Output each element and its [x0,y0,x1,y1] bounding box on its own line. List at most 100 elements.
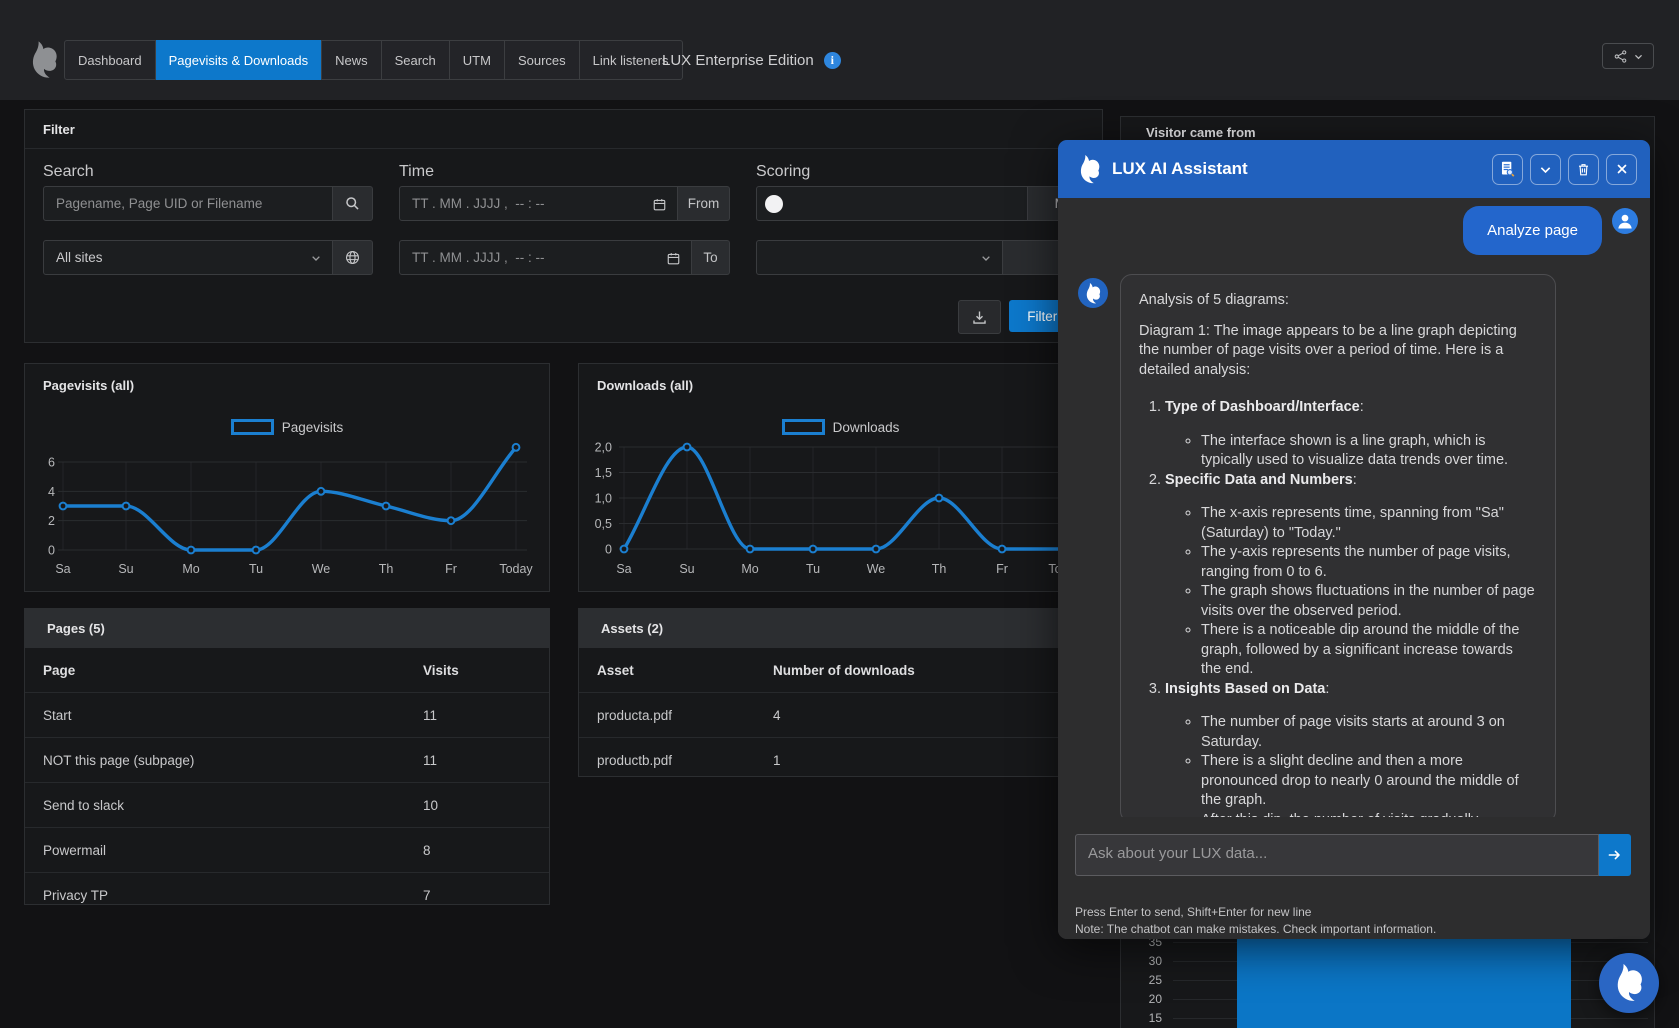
pages-table-title: Pages (5) [47,621,105,636]
collapse-button[interactable] [1530,154,1561,185]
ai-assistant-title: LUX AI Assistant [1112,159,1485,179]
column-header: Page [25,648,405,693]
svg-text:4: 4 [48,485,55,499]
pages-table-card: Pages (5) PageVisitsStart11NOT this page… [24,608,550,905]
pagevisits-line-chart: 0246SaSuMoTuWeThFrToday [25,434,551,591]
analysis-bullet: The x-axis represents time, spanning fro… [1201,504,1537,543]
svg-text:Tu: Tu [806,562,820,576]
pagevisits-chart-card: Pagevisits (all) Pagevisits 0246SaSuMoTu… [24,363,550,592]
tab-utm[interactable]: UTM [450,41,505,79]
svg-text:0,5: 0,5 [595,517,612,531]
analysis-bullet: There is a slight decline and then a mor… [1201,752,1537,811]
analysis-bullet: There is a noticeable dip around the mid… [1201,621,1537,680]
send-button[interactable] [1599,834,1631,876]
visitor-card-title: Visitor came from [1146,125,1256,140]
close-button[interactable] [1606,154,1637,185]
svg-text:2,0: 2,0 [595,441,612,455]
analyze-page-button[interactable] [1492,154,1523,185]
svg-text:Tu: Tu [249,562,263,576]
scoring-select[interactable] [756,240,1003,275]
analysis-bullet: The number of page visits starts at arou… [1201,713,1537,752]
chat-hint-enter: Press Enter to send, Shift+Enter for new… [1075,905,1311,919]
top-bar: DashboardPagevisits & DownloadsNewsSearc… [0,0,1679,100]
svg-text:2: 2 [48,514,55,528]
calendar-icon[interactable] [666,251,681,266]
tab-sources[interactable]: Sources [505,41,580,79]
svg-text:Su: Su [118,562,133,576]
clear-chat-button[interactable] [1568,154,1599,185]
search-input[interactable] [56,196,320,211]
table-cell: productb.pdf [579,738,755,783]
chat-input[interactable] [1075,834,1599,876]
tab-news[interactable]: News [322,41,382,79]
info-icon[interactable]: i [824,52,841,69]
downloads-chart-title: Downloads (all) [597,378,693,393]
column-header: Visits [405,648,549,693]
lux-fox-icon [1085,283,1101,304]
calendar-icon[interactable] [652,197,667,212]
chevron-down-icon [310,252,322,264]
svg-text:Fr: Fr [996,562,1008,576]
svg-text:0: 0 [605,543,612,557]
pagevisits-chart-title: Pagevisits (all) [43,378,134,393]
legend-label: Downloads [833,420,900,435]
ai-assistant-panel: LUX AI Assistant [1058,140,1650,939]
site-select-value: All sites [56,250,103,265]
svg-text:6: 6 [48,455,55,469]
table-cell: 10 [405,783,549,828]
user-message-bubble: Analyze page [1463,206,1602,255]
svg-text:0: 0 [48,544,55,558]
edition-label-row: LUX Enterprise Edition i [662,40,841,80]
date-to-input[interactable] [412,250,679,265]
export-button[interactable] [958,300,1001,334]
user-avatar [1612,208,1638,234]
table-cell: producta.pdf [579,693,755,738]
downloads-legend[interactable]: Downloads [579,419,1102,435]
share-button[interactable] [1602,43,1654,69]
svg-text:Today: Today [499,562,533,576]
column-header: Asset [579,648,755,693]
date-from-input[interactable] [412,196,665,211]
table-cell: Send to slack [25,783,405,828]
lux-dashboard-screen: DashboardPagevisits & DownloadsNewsSearc… [0,0,1679,1028]
pagevisits-legend[interactable]: Pagevisits [25,419,549,435]
table-row: Send to slack10 [25,783,549,828]
site-globe-button[interactable] [333,240,373,275]
filter-panel: Filter Search All sites [24,109,1103,343]
ai-assistant-fab[interactable] [1599,953,1659,1013]
tab-pagevisits-downloads[interactable]: Pagevisits & Downloads [156,40,322,80]
svg-text:Th: Th [379,562,394,576]
date-from-addon: From [678,186,730,221]
tab-dashboard[interactable]: Dashboard [65,41,156,79]
chevron-down-icon [980,252,992,264]
tab-search[interactable]: Search [382,41,450,79]
scoring-slider[interactable] [756,186,1028,221]
chevron-down-icon [1633,51,1644,62]
table-row: Privacy TP7 [25,873,549,918]
site-select[interactable]: All sites [43,240,333,275]
send-arrow-icon [1607,847,1623,863]
analysis-paragraph: Diagram 1: The image appears to be a lin… [1139,322,1537,381]
assets-table: AssetNumber of downloadsproducta.pdf4pro… [579,648,1102,782]
user-message-row: Analyze page [1463,206,1638,255]
svg-text:1,5: 1,5 [595,466,612,480]
search-label: Search [43,163,94,181]
downloads-chart-card: Downloads (all) Downloads 00,51,01,52,0S… [578,363,1103,592]
chat-hint-note: Note: The chatbot can make mistakes. Che… [1075,922,1436,936]
analysis-item: Type of Dashboard/Interface:The interfac… [1165,398,1537,471]
analysis-bullet: The graph shows fluctuations in the numb… [1201,582,1537,621]
document-analyze-icon [1499,160,1516,178]
person-icon [1615,211,1635,231]
legend-label: Pagevisits [282,420,344,435]
table-cell: Start [25,693,405,738]
assets-table-title: Assets (2) [601,621,663,636]
analysis-bullet: The y-axis represents the number of page… [1201,543,1537,582]
scoring-slider-knob[interactable] [765,195,783,213]
column-header: Number of downloads [755,648,1102,693]
date-to-addon: To [692,240,730,275]
svg-text:We: We [867,562,886,576]
search-submit-button[interactable] [333,186,373,221]
table-cell: 7 [405,873,549,918]
downloads-line-chart: 00,51,01,52,0SaSuMoTuWeThFrToday [579,434,1104,591]
search-icon [344,195,361,212]
